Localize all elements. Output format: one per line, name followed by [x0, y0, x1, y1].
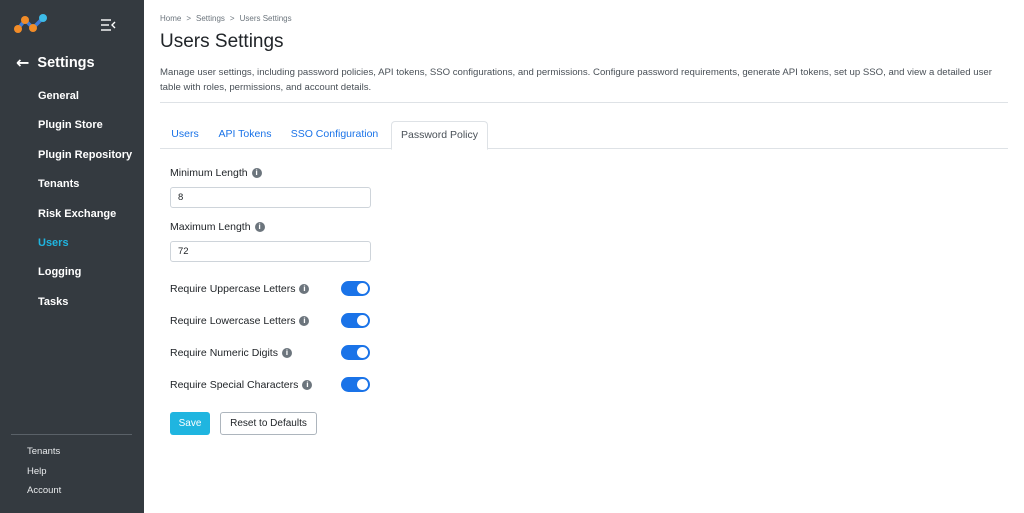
breadcrumb-settings[interactable]: Settings: [196, 14, 225, 23]
save-button[interactable]: Save: [170, 412, 210, 435]
footer-link-tenants[interactable]: Tenants: [27, 446, 61, 466]
breadcrumb-home[interactable]: Home: [160, 14, 181, 23]
info-icon[interactable]: i: [299, 284, 310, 294]
toggle-knob: [357, 379, 368, 390]
main-content: Home > Settings > Users Settings Users Setti…: [160, 0, 1008, 513]
sidebar-item-tenants[interactable]: Tenants: [38, 174, 132, 203]
info-icon[interactable]: i: [302, 380, 313, 390]
toggle-knob: [357, 347, 368, 358]
toggle-knob: [357, 315, 368, 326]
header-divider: [160, 102, 1008, 103]
sidebar-item-general[interactable]: General: [38, 86, 132, 115]
info-icon[interactable]: i: [299, 316, 310, 326]
tab-api-tokens[interactable]: API Tokens: [212, 121, 278, 149]
tab-sso-configuration[interactable]: SSO Configuration: [284, 121, 385, 149]
sidebar-item-tasks[interactable]: Tasks: [38, 292, 132, 321]
footer-link-account[interactable]: Account: [27, 485, 61, 505]
sidebar-footer-links: Tenants Help Account: [27, 446, 61, 505]
arrow-left-icon: ←: [16, 53, 30, 72]
sidebar-item-risk-exchange[interactable]: Risk Exchange: [38, 204, 132, 233]
require-special-toggle[interactable]: [341, 377, 370, 392]
reset-defaults-button[interactable]: Reset to Defaults: [220, 412, 317, 435]
require-numeric-toggle[interactable]: [341, 345, 370, 360]
page-title: Users Settings: [160, 31, 284, 52]
sidebar-collapse-icon[interactable]: [100, 18, 116, 32]
breadcrumb-separator: >: [229, 14, 235, 23]
settings-tabs: Users API Tokens SSO Configuration Passw…: [160, 121, 1008, 150]
app-logo-icon[interactable]: [14, 13, 48, 35]
footer-link-help[interactable]: Help: [27, 466, 61, 486]
require-uppercase-label-text: Require Uppercase Letters: [170, 283, 296, 295]
back-to-settings[interactable]: ← Settings: [16, 53, 95, 72]
require-numeric-label-text: Require Numeric Digits: [170, 347, 278, 359]
breadcrumb-separator: >: [186, 14, 192, 23]
sidebar-title: Settings: [37, 54, 95, 71]
require-special-label-text: Require Special Characters: [170, 379, 299, 391]
info-icon[interactable]: i: [251, 168, 262, 178]
require-numeric-label: Require Numeric Digits i: [170, 347, 292, 359]
max-length-label-text: Maximum Length: [170, 221, 251, 233]
min-length-label: Minimum Length i: [170, 167, 262, 179]
sidebar-item-logging[interactable]: Logging: [38, 262, 132, 291]
breadcrumb: Home > Settings > Users Settings: [160, 14, 292, 23]
sidebar-item-users[interactable]: Users: [38, 233, 132, 262]
sidebar-divider: [11, 434, 132, 435]
require-lowercase-label-text: Require Lowercase Letters: [170, 315, 296, 327]
tab-password-policy[interactable]: Password Policy: [391, 121, 488, 150]
sidebar: ← Settings General Plugin Store Plugin R…: [0, 0, 144, 513]
tab-users[interactable]: Users: [162, 121, 208, 149]
sidebar-item-plugin-repository[interactable]: Plugin Repository: [38, 145, 132, 174]
info-icon[interactable]: i: [254, 222, 265, 232]
breadcrumb-current: Users Settings: [239, 14, 292, 23]
page-description: Manage user settings, including password…: [160, 67, 992, 93]
min-length-label-text: Minimum Length: [170, 167, 248, 179]
info-icon[interactable]: i: [281, 348, 292, 358]
sidebar-nav: General Plugin Store Plugin Repository T…: [38, 86, 132, 321]
min-length-input[interactable]: 8: [170, 187, 371, 208]
require-lowercase-label: Require Lowercase Letters i: [170, 315, 310, 327]
toggle-knob: [357, 283, 368, 294]
require-uppercase-toggle[interactable]: [341, 281, 370, 296]
max-length-label: Maximum Length i: [170, 221, 265, 233]
require-special-label: Require Special Characters i: [170, 379, 313, 391]
require-uppercase-label: Require Uppercase Letters i: [170, 283, 310, 295]
require-lowercase-toggle[interactable]: [341, 313, 370, 328]
max-length-input[interactable]: 72: [170, 241, 371, 262]
sidebar-item-plugin-store[interactable]: Plugin Store: [38, 115, 132, 144]
